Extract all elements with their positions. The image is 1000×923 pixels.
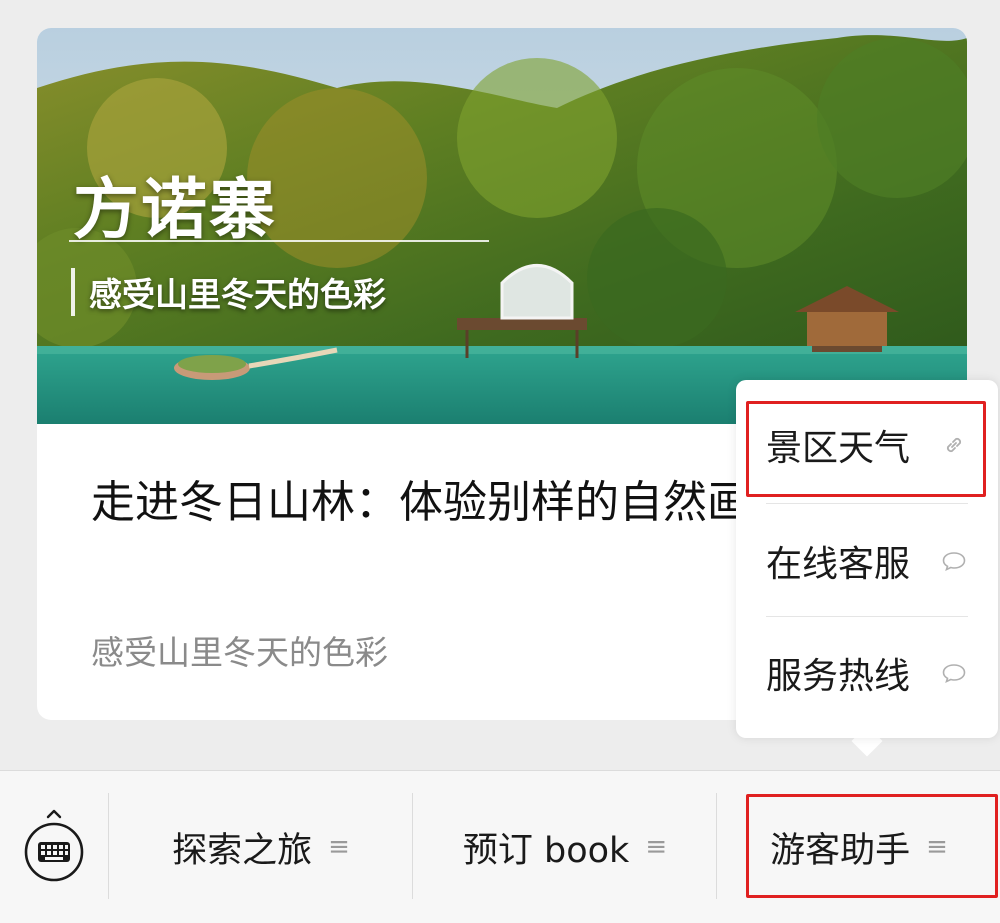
submenu-lines-icon: ≡ (328, 832, 350, 862)
menu-divider (716, 793, 717, 899)
popup-item-online-service[interactable]: 在线客服 (766, 506, 968, 616)
menu-item-explore-journey[interactable]: 探索之旅 ≡ (110, 771, 412, 923)
menu-item-label: 预订 book (462, 830, 630, 871)
popup-item-label: 在线客服 (766, 544, 911, 585)
keyboard-toggle-button[interactable] (0, 771, 108, 923)
chat-bubble-icon (940, 659, 968, 687)
menu-item-booking[interactable]: 预订 book ≡ (414, 771, 716, 923)
article-digest: 感受山里冬天的色彩 (91, 633, 388, 672)
popup-divider (766, 503, 968, 504)
highlight-box-popup-item (746, 401, 986, 497)
cover-subtitle: 感受山里冬天的色彩 (71, 268, 386, 316)
cover-divider (69, 240, 489, 242)
cover-title: 方诺寨 (73, 170, 277, 248)
cover-image: 方诺寨 感受山里冬天的色彩 (37, 28, 967, 424)
submenu-lines-icon: ≡ (645, 832, 668, 862)
menu-item-label: 探索之旅 (172, 830, 313, 871)
chat-bubble-icon (940, 547, 968, 575)
popup-divider (766, 616, 968, 617)
highlight-box-menu-item (746, 794, 998, 898)
menu-divider (108, 793, 109, 899)
keyboard-icon (23, 808, 85, 886)
popup-item-service-hotline[interactable]: 服务热线 (766, 618, 968, 728)
popup-item-label: 服务热线 (766, 656, 911, 697)
menu-divider (412, 793, 413, 899)
